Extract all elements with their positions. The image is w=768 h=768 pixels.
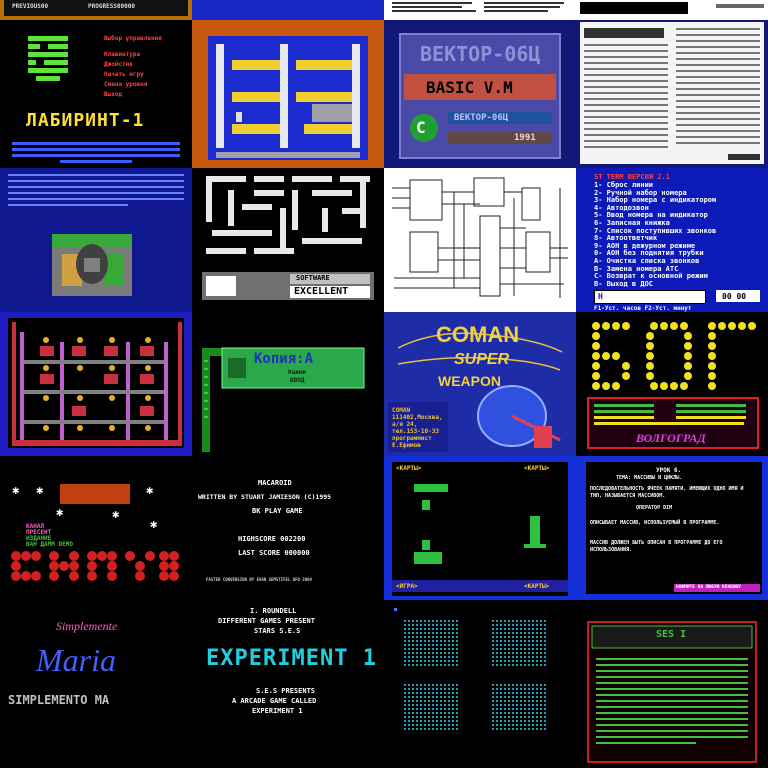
coman-weapon: WEAPON — [438, 373, 501, 389]
coman-info: COMAN 111402,Москва, а/я 24, тел.153-10-… — [392, 408, 443, 450]
urok-hint: НАЖМИТЕ НА ЛЮБУЮ КЛАВИШУ — [676, 585, 742, 590]
vektor-line1: ВЕКТОР-06Ц — [454, 113, 509, 123]
svg-text:✱: ✱ — [36, 483, 43, 497]
urok-paragraph3: МАССИВ ДОЛЖЕН БЫТЬ ОПИСАН В ПРОГРАММЕ ДО… — [590, 540, 723, 553]
vektor-title: ВЕКТОР-06Ц — [420, 42, 541, 66]
platform-game-screen — [208, 36, 368, 160]
kopia-sub: Нажми — [288, 369, 307, 376]
urok-paragraph2: ОПИСЫВАЕТ МАССИВ, ИСПОЛЬЗУЕМЫЙ В ПРОГРАМ… — [590, 520, 720, 526]
thumbnail-grid: PREVIOUS00 PROGRESS00000 Выбор управлени… — [0, 0, 768, 768]
vektor-year: 1991 — [514, 133, 536, 143]
svg-text:✱: ✱ — [12, 483, 19, 497]
tile-excellent[interactable]: SOFTWARE EXCELLENT — [192, 168, 384, 312]
circuit-schematic — [392, 177, 568, 298]
maria-bottom: SIMPLEMENTO MA — [8, 693, 110, 707]
lirika-line: ВАН ДАММ DEMO — [26, 541, 73, 548]
kopia-title: Копия:А — [254, 351, 314, 367]
tile-kopia[interactable]: Копия:А Нажми ВВОД — [192, 312, 384, 456]
tile-coman[interactable]: COMAN SUPER WEAPON COMAN 111402,Москва, … — [384, 312, 576, 456]
svg-text:✱: ✱ — [146, 483, 153, 497]
tile-maria[interactable]: Simplemente Maria SIMPLEMENTO MA — [0, 600, 192, 768]
tile-dot-grid[interactable] — [384, 600, 576, 768]
tile-labirint[interactable]: Выбор управления Клавиатура Джойстик Нач… — [0, 20, 192, 168]
tile-r0c2-text — [392, 2, 564, 12]
experiment-top3: STARS S.E.S — [254, 627, 301, 635]
st-term-item[interactable]: В- Выход в ДОС — [594, 280, 764, 289]
tile-schematic[interactable] — [384, 168, 576, 312]
tile-platform-game[interactable] — [192, 20, 384, 168]
excellent-name: EXCELLENT — [294, 286, 349, 297]
kopia-screen — [202, 347, 365, 452]
st-term-input[interactable] — [594, 290, 706, 304]
tile-boi[interactable]: ВОЛГОГРАД — [576, 312, 768, 456]
urok-subtitle: ТЕМА: МАССИВЫ И ЦИКЛЫ. — [616, 475, 683, 481]
experiment-line3: EXPERIMENT 1 — [252, 707, 303, 715]
urok-title: УРОК 6. — [656, 467, 682, 474]
experiment-title: EXPERIMENT 1 — [206, 646, 377, 671]
urok-operator: ОПЕРАТОР DIM — [636, 505, 673, 511]
tile-r0c0-left: PREVIOUS00 — [12, 3, 49, 10]
tile-r0c0[interactable]: PREVIOUS00 PROGRESS00000 — [0, 0, 192, 20]
svg-text:✱: ✱ — [56, 505, 63, 519]
macaroid-game: BK PLAY GAME — [252, 507, 303, 515]
article-page — [580, 22, 764, 164]
svg-text:✱: ✱ — [150, 517, 157, 531]
coman-info-line: Е.Ефимов — [392, 442, 421, 449]
coman-title: COMAN — [436, 322, 520, 347]
experiment-top1: I. ROUNDELL — [250, 607, 297, 615]
tile-r0c0-right: PROGRESS00000 — [88, 3, 135, 10]
macaroid-highscore: HIGHSCORE 002200 — [238, 535, 306, 543]
excellent-maze — [202, 172, 374, 300]
maria-top: Simplemente — [56, 619, 118, 633]
svg-text:✱: ✱ — [112, 507, 119, 521]
tile-macaroid[interactable]: MACAROID WRITTEN BY STUART JAMIESON (C)1… — [192, 456, 384, 600]
kopia-sub2: ВВОД — [290, 377, 305, 384]
tile-r0c1[interactable] — [192, 0, 384, 20]
dot-grid-screen — [394, 608, 548, 730]
experiment-top2: DIFFERENT GAMES PRESENT — [218, 617, 315, 625]
tile-r0c2[interactable] — [384, 0, 576, 20]
tile-lirika[interactable]: ✱ ✱ ✱ ✱ ✱ ✱ КАНАЛ ПРЕСЕНТ ИЗДАНИЕ ВАН ДАММ DE… — [0, 456, 192, 600]
vektor-basic: BASIC V.M — [426, 78, 513, 97]
macaroid-title: MACAROID — [258, 479, 292, 487]
experiment-line2: A ARCADE GAME CALLED — [232, 697, 317, 705]
ladder-game-screen — [8, 318, 184, 448]
experiment-line1: S.E.S PRESENTS — [256, 687, 316, 695]
tile-red-screen[interactable]: SES I — [576, 600, 768, 768]
maria-name: Maria — [36, 642, 116, 678]
karty-top-left: <КАРТЫ> — [396, 465, 422, 472]
macaroid-footer: FASTER CONVERSION BY EVAN SEMSTIFEL UFO … — [206, 577, 312, 582]
tile-vektor[interactable]: ВЕКТОР-06Ц BASIC V.M С ВЕКТОР-06Ц 1991 — [384, 20, 576, 168]
macaroid-credit: WRITTEN BY STUART JAMIESON (C)1995 — [198, 493, 332, 501]
coman-super: SUPER — [454, 351, 510, 368]
karty-top-right: <КАРТЫ> — [524, 465, 550, 472]
tile-karty[interactable]: <КАРТЫ> <КАРТЫ> <ИГРА> <КАРТЫ> — [384, 456, 576, 600]
lirika-text: КАНАЛ ПРЕСЕНТ ИЗДАНИЕ ВАН ДАММ DEMO — [26, 524, 73, 548]
st-term-menu: 1- Сброс линии 2- Ручной набор номера 3-… — [594, 182, 764, 288]
tile-urok[interactable]: УРОК 6. ТЕМА: МАССИВЫ И ЦИКЛЫ. ПОСЛЕДОВА… — [576, 456, 768, 600]
st-term-input-value: Н — [598, 292, 603, 301]
karty-screen — [392, 462, 568, 596]
karty-bottom-left[interactable]: <ИГРА> — [396, 584, 418, 590]
tile-experiment[interactable]: I. ROUNDELL DIFFERENT GAMES PRESENT STAR… — [192, 600, 384, 768]
stone-picture — [8, 174, 184, 296]
red-screen-title: SES I — [656, 629, 687, 640]
vektor-logo-letter: С — [416, 118, 426, 137]
st-term-time: 00 00 — [722, 292, 747, 301]
boi-city: ВОЛГОГРАД — [636, 431, 706, 445]
st-term-title: ST TERM ВЕРСИЯ 2.1 — [594, 173, 670, 181]
tile-st-term[interactable]: ST TERM ВЕРСИЯ 2.1 1- Сброс линии 2- Руч… — [576, 168, 768, 312]
red-screen — [587, 621, 757, 763]
urok-paragraph1: ПОСЛЕДОВАТЕЛЬНОСТЬ ЯЧЕЕК ПАМЯТИ, ИМЕЮЩИХ… — [590, 486, 744, 499]
tile-ladder-game[interactable] — [0, 312, 192, 456]
tile-stone-picture[interactable] — [0, 168, 192, 312]
tile-article[interactable] — [576, 20, 768, 168]
excellent-label: SOFTWARE — [296, 274, 330, 282]
karty-bottom-right[interactable]: <КАРТЫ> — [524, 584, 549, 590]
labirint-description — [12, 142, 180, 163]
macaroid-lastscore: LAST SCORE 000000 — [238, 549, 310, 557]
tile-r0c3[interactable] — [576, 0, 768, 20]
